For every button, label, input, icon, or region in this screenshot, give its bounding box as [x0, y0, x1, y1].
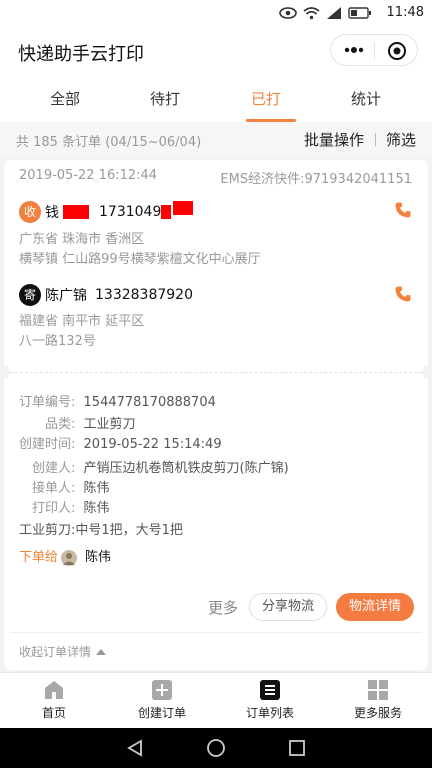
receiver-badge: 收	[19, 201, 41, 223]
redaction-mark	[161, 205, 172, 219]
bottom-navigation: 首页 创建订单 订单列表 更多服务	[0, 672, 432, 728]
sender-address: 福建省 南平市 延平区 八一路132号	[19, 312, 144, 352]
nav-more-services[interactable]: 更多服务	[324, 679, 432, 721]
created-time-value: 2019-05-22 15:14:49	[83, 437, 222, 452]
sender-badge: 寄	[19, 284, 41, 306]
carrier-tracking: EMS经济快件:9719342041151	[220, 172, 412, 187]
order-to-value: 陈伟	[85, 550, 112, 565]
sender-address-line1: 福建省 南平市 延平区	[19, 314, 145, 329]
receiver-address: 广东省 珠海市 香洲区 横琴镇 仁山路99号横琴紫檀文化中心展厅	[19, 230, 261, 270]
order-date: 2019-05-22 16:12:44	[19, 168, 158, 183]
printer-value: 陈伟	[83, 501, 110, 516]
wifi-icon	[303, 7, 320, 20]
receiver-name: 钱	[45, 205, 59, 221]
share-logistics-button[interactable]: 分享物流	[249, 593, 327, 621]
sender-row: 寄 陈广锦 13328387920	[19, 284, 193, 306]
category-label: 品类:	[45, 417, 76, 432]
plus-square-icon	[152, 680, 172, 700]
order-to-label: 下单给	[19, 550, 59, 565]
grid-icon	[368, 680, 388, 700]
close-target-icon[interactable]	[387, 41, 407, 61]
tab-all[interactable]: 全部	[25, 76, 105, 122]
title-bar: 快递助手云打印	[0, 26, 432, 76]
sender-name: 陈广锦	[45, 288, 87, 304]
collapse-label: 收起订单详情	[19, 645, 92, 659]
category-row: 品类: 工业剪刀	[45, 415, 136, 435]
signal-icon	[327, 7, 341, 19]
redaction-mark	[63, 205, 89, 219]
receiver-address-line1: 广东省 珠海市 香洲区	[19, 232, 145, 247]
creator-value: 产销压边机卷筒机铁皮剪刀(陈广锦)	[83, 461, 289, 476]
filter-button[interactable]: 筛选	[386, 129, 416, 150]
taker-label: 接单人:	[32, 481, 76, 496]
nav-home[interactable]: 首页	[0, 679, 108, 721]
receiver-row: 收 钱 1731049	[19, 201, 194, 223]
user-avatar-icon	[61, 550, 78, 566]
status-bar: 11:48	[0, 0, 432, 26]
taker-value: 陈伟	[83, 481, 110, 496]
receiver-address-line2: 横琴镇 仁山路99号横琴紫檀文化中心展厅	[19, 252, 261, 267]
eye-icon	[279, 7, 297, 19]
nav-order-list-label: 订单列表	[245, 706, 294, 720]
nav-create-order[interactable]: 创建订单	[108, 679, 216, 721]
nav-create-order-label: 创建订单	[137, 706, 186, 720]
summary-divider	[375, 133, 376, 146]
order-number-label: 订单编号:	[19, 395, 76, 410]
collapse-order-details[interactable]: 收起订单详情	[19, 643, 107, 660]
created-time-row: 创建时间: 2019-05-22 15:14:49	[19, 435, 222, 455]
call-receiver-phone-icon[interactable]	[394, 201, 412, 219]
batch-operation-button[interactable]: 批量操作	[304, 129, 364, 150]
summary-bar: 共 185 条订单 (04/15~06/04) 批量操作 筛选	[0, 122, 432, 156]
card-notch-left	[0, 366, 10, 378]
nav-home-label: 首页	[41, 706, 66, 720]
card-footer-divider	[10, 632, 422, 633]
printer-row: 打印人: 陈伟	[32, 499, 110, 519]
creator-label: 创建人:	[32, 461, 76, 476]
creator-row: 创建人: 产销压边机卷筒机铁皮剪刀(陈广锦)	[32, 459, 289, 479]
nav-more-services-label: 更多服务	[353, 706, 402, 720]
sender-address-line2: 八一路132号	[19, 334, 96, 349]
home-icon	[45, 681, 63, 699]
order-count: 共 185 条订单 (04/15~06/04)	[16, 135, 202, 150]
app-title: 快递助手云打印	[18, 44, 144, 65]
recents-square-icon[interactable]	[287, 738, 307, 758]
created-time-label: 创建时间:	[19, 437, 76, 452]
dashed-divider	[10, 372, 422, 373]
triangle-up-icon	[96, 648, 107, 655]
logistics-detail-button[interactable]: 物流详情	[336, 593, 414, 621]
order-tabs: 全部 待打 已打 统计	[0, 76, 432, 122]
redaction-mark	[173, 201, 194, 215]
printer-label: 打印人:	[32, 501, 76, 516]
order-number-row: 订单编号: 1544778170888704	[19, 393, 216, 413]
tab-statistics[interactable]: 统计	[326, 76, 406, 122]
battery-icon	[348, 7, 371, 19]
receiver-phone: 1731049	[99, 204, 162, 220]
list-icon	[260, 680, 280, 700]
order-card: 2019-05-22 16:12:44 EMS经济快件:971934204115…	[0, 160, 432, 670]
call-sender-phone-icon[interactable]	[394, 285, 412, 303]
order-to-row: 下单给 陈伟	[19, 548, 111, 568]
sender-phone: 13328387920	[95, 287, 193, 303]
tab-printed[interactable]: 已打	[226, 76, 306, 122]
card-notch-right	[422, 366, 432, 378]
status-time: 11:48	[386, 5, 424, 20]
more-button[interactable]: 更多	[208, 597, 238, 618]
capsule-divider	[374, 42, 375, 60]
category-value: 工业剪刀	[83, 417, 136, 432]
status-icons	[279, 6, 372, 20]
home-circle-icon[interactable]	[206, 738, 226, 758]
system-navigation-bar	[0, 728, 432, 768]
order-note-text: 工业剪刀:中号1把，大号1把	[19, 523, 183, 538]
order-number-value: 1544778170888704	[83, 395, 216, 410]
nav-order-list[interactable]: 订单列表	[216, 679, 324, 721]
taker-row: 接单人: 陈伟	[32, 479, 110, 499]
mini-program-capsule	[330, 34, 418, 66]
more-dots-icon[interactable]	[342, 41, 366, 59]
tab-pending[interactable]: 待打	[125, 76, 205, 122]
order-note: 工业剪刀:中号1把，大号1把	[19, 521, 183, 541]
back-triangle-icon[interactable]	[125, 738, 145, 758]
